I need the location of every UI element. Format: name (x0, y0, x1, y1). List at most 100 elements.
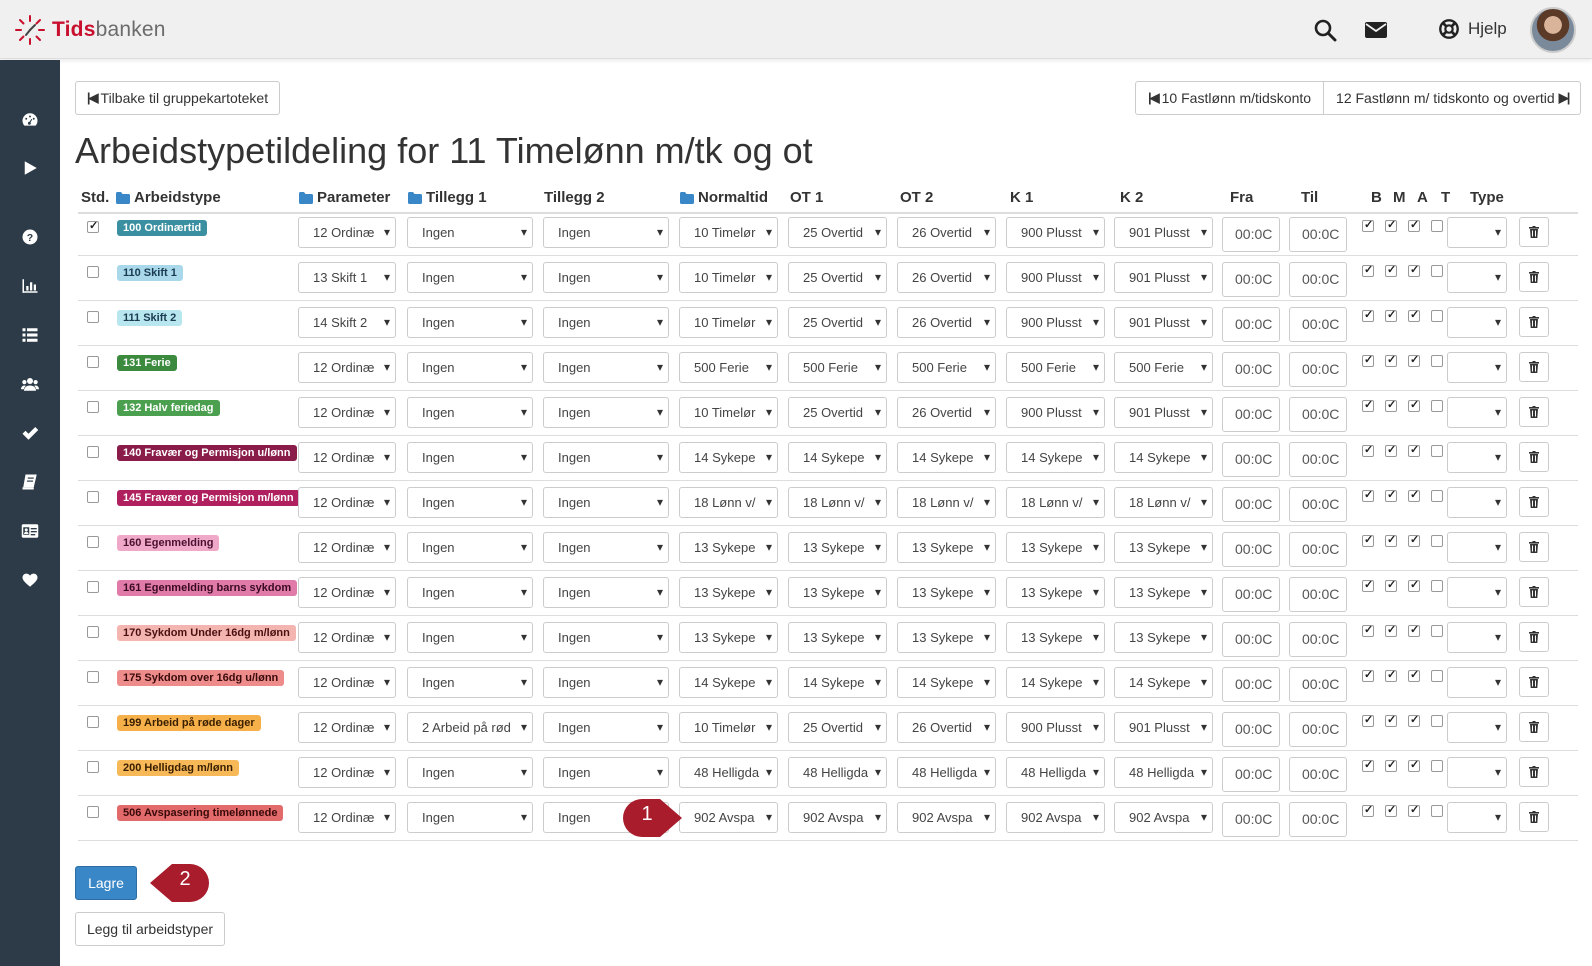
k1-select[interactable]: 13 Sykepe (1006, 577, 1105, 608)
til-input[interactable]: 00:0C (1289, 802, 1347, 837)
type-select[interactable] (1447, 667, 1507, 698)
parameter-select[interactable]: 12 Ordinæ (298, 352, 396, 383)
t-checkbox[interactable] (1431, 490, 1443, 502)
til-input[interactable]: 00:0C (1289, 712, 1347, 747)
ot1-select[interactable]: 25 Overtid (788, 397, 887, 428)
tillegg2-select[interactable]: Ingen (543, 442, 669, 473)
tillegg2-select[interactable]: Ingen (543, 397, 669, 428)
normaltid-select[interactable]: 14 Sykepe (679, 442, 778, 473)
k1-select[interactable]: 14 Sykepe (1006, 667, 1105, 698)
ot2-select[interactable]: 48 Helligda (897, 757, 996, 788)
k2-select[interactable]: 13 Sykepe (1114, 577, 1213, 608)
a-checkbox[interactable] (1408, 803, 1420, 817)
help-link[interactable]: Hjelp (1438, 18, 1507, 40)
type-select[interactable] (1447, 577, 1507, 608)
m-checkbox[interactable] (1385, 533, 1397, 547)
k1-select[interactable]: 500 Ferie (1006, 352, 1105, 383)
b-checkbox[interactable] (1362, 308, 1374, 322)
til-input[interactable]: 00:0C (1289, 487, 1347, 522)
t-checkbox[interactable] (1431, 760, 1443, 772)
k1-select[interactable]: 13 Sykepe (1006, 532, 1105, 563)
a-checkbox[interactable] (1408, 578, 1420, 592)
fra-input[interactable]: 00:0C (1222, 532, 1280, 567)
t-checkbox[interactable] (1431, 400, 1443, 412)
tillegg1-select[interactable]: 2 Arbeid på rød (407, 712, 533, 743)
k2-select[interactable]: 901 Plusst (1114, 217, 1213, 248)
delete-button[interactable] (1519, 667, 1549, 697)
std-checkbox[interactable] (87, 671, 99, 683)
parameter-select[interactable]: 13 Skift 1 (298, 262, 396, 293)
til-input[interactable]: 00:0C (1289, 442, 1347, 477)
b-checkbox[interactable] (1362, 263, 1374, 277)
type-select[interactable] (1447, 622, 1507, 653)
std-checkbox[interactable] (87, 266, 99, 278)
a-checkbox[interactable] (1408, 443, 1420, 457)
ot2-select[interactable]: 18 Lønn v/ (897, 487, 996, 518)
std-checkbox[interactable] (87, 536, 99, 548)
ot2-select[interactable]: 13 Sykepe (897, 532, 996, 563)
std-checkbox[interactable] (87, 446, 99, 458)
tillegg2-select[interactable]: Ingen (543, 262, 669, 293)
parameter-select[interactable]: 12 Ordinæ (298, 622, 396, 653)
normaltid-select[interactable]: 13 Sykepe (679, 577, 778, 608)
parameter-select[interactable]: 12 Ordinæ (298, 442, 396, 473)
tillegg1-select[interactable]: Ingen (407, 622, 533, 653)
a-checkbox[interactable] (1408, 533, 1420, 547)
fra-input[interactable]: 00:0C (1222, 712, 1280, 747)
til-input[interactable]: 00:0C (1289, 262, 1347, 297)
delete-button[interactable] (1519, 757, 1549, 787)
fra-input[interactable]: 00:0C (1222, 352, 1280, 387)
k2-select[interactable]: 13 Sykepe (1114, 622, 1213, 653)
ot2-select[interactable]: 14 Sykepe (897, 667, 996, 698)
normaltid-select[interactable]: 10 Timelør (679, 397, 778, 428)
check-icon[interactable] (18, 421, 42, 445)
tillegg2-select[interactable]: Ingen (543, 532, 669, 563)
ot1-select[interactable]: 13 Sykepe (788, 577, 887, 608)
t-checkbox[interactable] (1431, 310, 1443, 322)
parameter-select[interactable]: 12 Ordinæ (298, 532, 396, 563)
ot1-select[interactable]: 18 Lønn v/ (788, 487, 887, 518)
next-group-button[interactable]: 12 Fastlønn m/ tidskonto og overtid ▶| (1324, 81, 1582, 115)
k2-select[interactable]: 902 Avspa (1114, 802, 1213, 833)
t-checkbox[interactable] (1431, 355, 1443, 367)
type-select[interactable] (1447, 802, 1507, 833)
normaltid-select[interactable]: 500 Ferie (679, 352, 778, 383)
tillegg2-select[interactable]: Ingen (543, 622, 669, 653)
ot2-select[interactable]: 26 Overtid (897, 307, 996, 338)
ot2-select[interactable]: 26 Overtid (897, 217, 996, 248)
normaltid-select[interactable]: 10 Timelør (679, 217, 778, 248)
k1-select[interactable]: 13 Sykepe (1006, 622, 1105, 653)
tillegg2-select[interactable]: Ingen (543, 487, 669, 518)
tillegg2-select[interactable]: Ingen (543, 217, 669, 248)
tillegg2-select[interactable]: Ingen (543, 352, 669, 383)
ot2-select[interactable]: 500 Ferie (897, 352, 996, 383)
t-checkbox[interactable] (1431, 220, 1443, 232)
til-input[interactable]: 00:0C (1289, 217, 1347, 252)
ot2-select[interactable]: 26 Overtid (897, 712, 996, 743)
tillegg1-select[interactable]: Ingen (407, 217, 533, 248)
til-input[interactable]: 00:0C (1289, 757, 1347, 792)
logo[interactable]: Tidsbanken (14, 14, 166, 46)
tillegg1-select[interactable]: Ingen (407, 757, 533, 788)
std-checkbox[interactable] (87, 491, 99, 503)
tillegg2-select[interactable]: Ingen (543, 667, 669, 698)
parameter-select[interactable]: 12 Ordinæ (298, 712, 396, 743)
std-checkbox[interactable] (87, 716, 99, 728)
fra-input[interactable]: 00:0C (1222, 622, 1280, 657)
parameter-select[interactable]: 12 Ordinæ (298, 802, 396, 833)
a-checkbox[interactable] (1408, 263, 1420, 277)
a-checkbox[interactable] (1408, 668, 1420, 682)
add-worktypes-button[interactable]: Legg til arbeidstyper (75, 912, 225, 946)
tillegg2-select[interactable]: Ingen (543, 307, 669, 338)
id-card-icon[interactable] (18, 519, 42, 543)
ot1-select[interactable]: 500 Ferie (788, 352, 887, 383)
ot1-select[interactable]: 13 Sykepe (788, 622, 887, 653)
b-checkbox[interactable] (1362, 578, 1374, 592)
a-checkbox[interactable] (1408, 353, 1420, 367)
k1-select[interactable]: 48 Helligda (1006, 757, 1105, 788)
m-checkbox[interactable] (1385, 668, 1397, 682)
k2-select[interactable]: 48 Helligda (1114, 757, 1213, 788)
delete-button[interactable] (1519, 397, 1549, 427)
tillegg1-select[interactable]: Ingen (407, 532, 533, 563)
k1-select[interactable]: 900 Plusst (1006, 397, 1105, 428)
